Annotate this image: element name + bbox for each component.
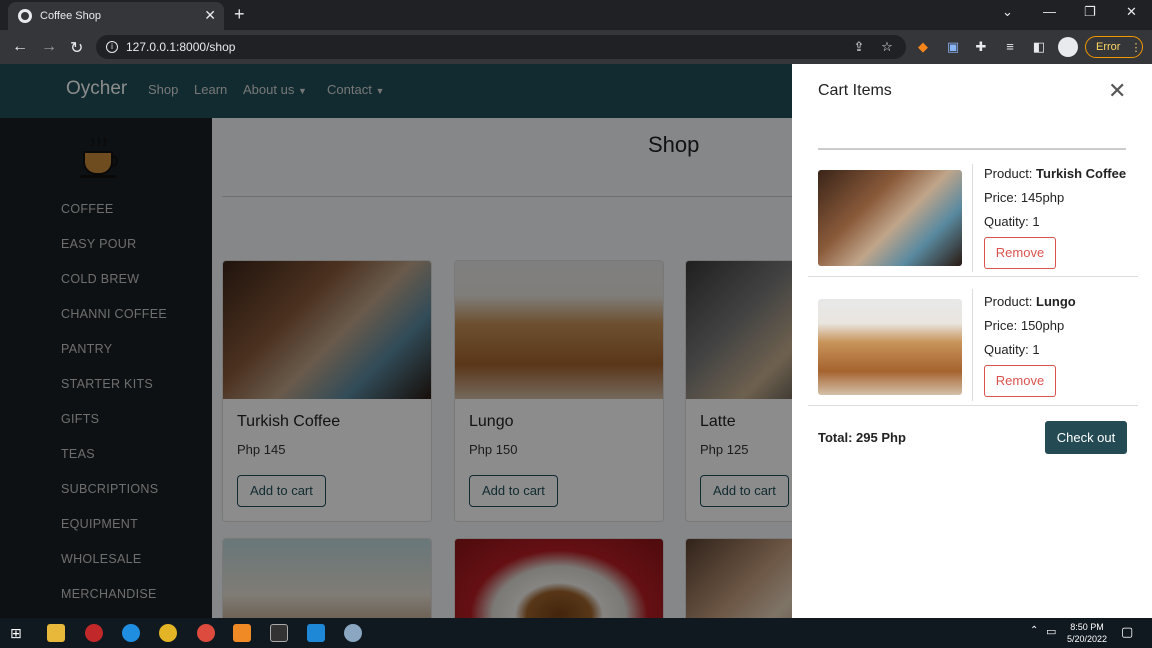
metamask-extension-icon[interactable]: ◆ bbox=[916, 40, 930, 54]
cart-item-product: Product: Lungo bbox=[984, 294, 1076, 309]
address-bar[interactable]: i 127.0.0.1:8000/shop bbox=[96, 35, 906, 59]
cart-offcanvas: Cart Items ✕ Product: Turkish Coffee Pri… bbox=[792, 64, 1152, 618]
checkout-button[interactable]: Check out bbox=[1045, 421, 1127, 454]
app-icon[interactable] bbox=[344, 624, 362, 642]
cart-divider bbox=[818, 148, 1126, 150]
minimize-button[interactable]: — bbox=[1043, 4, 1056, 19]
tab-title: Coffee Shop bbox=[40, 10, 101, 22]
cart-item-product: Product: Turkish Coffee bbox=[984, 166, 1127, 181]
error-button[interactable]: Error ⋮ bbox=[1085, 36, 1143, 58]
cart-item-separator bbox=[972, 289, 973, 401]
side-panel-icon[interactable]: ◧ bbox=[1032, 40, 1046, 54]
clock-time: 8:50 PM bbox=[1070, 622, 1104, 632]
notification-icon[interactable]: ▢ bbox=[1121, 624, 1133, 640]
maximize-button[interactable]: ❐ bbox=[1084, 4, 1096, 20]
close-window-button[interactable]: ✕ bbox=[1126, 4, 1137, 20]
cart-item-quantity: Quatity: 1 bbox=[984, 214, 1040, 229]
cart-item-price: Price: 150php bbox=[984, 318, 1065, 333]
close-tab-icon[interactable]: ✕ bbox=[204, 7, 216, 24]
terminal-icon[interactable] bbox=[270, 624, 288, 642]
cart-total: Total: 295 Php bbox=[818, 430, 906, 445]
error-label: Error bbox=[1096, 41, 1121, 53]
cart-item: Product: Turkish Coffee Price: 145php Qu… bbox=[808, 160, 1138, 277]
edge-icon[interactable] bbox=[122, 624, 140, 642]
chrome-icon[interactable] bbox=[159, 624, 177, 642]
cart-item-quantity: Quatity: 1 bbox=[984, 342, 1040, 357]
globe-icon bbox=[18, 9, 32, 23]
xampp-icon[interactable] bbox=[233, 624, 251, 642]
cart-item-separator bbox=[972, 164, 973, 272]
url-text: 127.0.0.1:8000/shop bbox=[126, 40, 236, 54]
app-icon[interactable] bbox=[85, 624, 103, 642]
new-tab-button[interactable]: + bbox=[234, 4, 245, 25]
modal-backdrop[interactable] bbox=[0, 64, 792, 618]
clock-date: 5/20/2022 bbox=[1066, 634, 1108, 644]
web-page: Oycher Shop Learn About us ▼ Contact ▼ C… bbox=[0, 64, 1152, 618]
puzzle-extensions-icon[interactable]: ✚ bbox=[974, 40, 988, 54]
tray-chevron-icon[interactable]: ⌃ bbox=[1030, 625, 1038, 636]
windows-start-icon[interactable]: ⊞ bbox=[10, 625, 22, 642]
bookmark-star-icon[interactable]: ☆ bbox=[880, 40, 894, 54]
forward-icon[interactable]: → bbox=[41, 38, 57, 56]
close-icon[interactable]: ✕ bbox=[1108, 78, 1126, 104]
vscode-icon[interactable] bbox=[307, 624, 325, 642]
cart-item: Product: Lungo Price: 150php Quatity: 1 … bbox=[808, 277, 1138, 406]
cart-title: Cart Items bbox=[818, 82, 892, 99]
cart-item-image bbox=[818, 170, 962, 266]
reload-icon[interactable]: ↻ bbox=[70, 38, 83, 58]
tab-search-icon[interactable]: ⌄ bbox=[1002, 4, 1013, 20]
menu-dots-icon[interactable]: ⋮ bbox=[1130, 41, 1141, 54]
reading-list-icon[interactable]: ≡ bbox=[1003, 40, 1017, 54]
share-icon[interactable]: ⇪ bbox=[852, 40, 866, 54]
taskbar-clock[interactable]: 8:50 PM 5/20/2022 bbox=[1062, 621, 1112, 645]
profile-avatar[interactable] bbox=[1058, 37, 1078, 57]
extension-icon[interactable]: ▣ bbox=[946, 40, 960, 54]
browser-tab[interactable]: Coffee Shop ✕ bbox=[8, 2, 224, 30]
cart-item-image bbox=[818, 299, 962, 395]
chrome-active-icon[interactable] bbox=[197, 624, 215, 642]
network-icon[interactable]: ▭ bbox=[1046, 625, 1056, 638]
info-icon[interactable]: i bbox=[106, 41, 118, 53]
back-icon[interactable]: ← bbox=[12, 38, 28, 56]
remove-button[interactable]: Remove bbox=[984, 365, 1056, 397]
cart-item-price: Price: 145php bbox=[984, 190, 1065, 205]
remove-button[interactable]: Remove bbox=[984, 237, 1056, 269]
file-explorer-icon[interactable] bbox=[47, 624, 65, 642]
